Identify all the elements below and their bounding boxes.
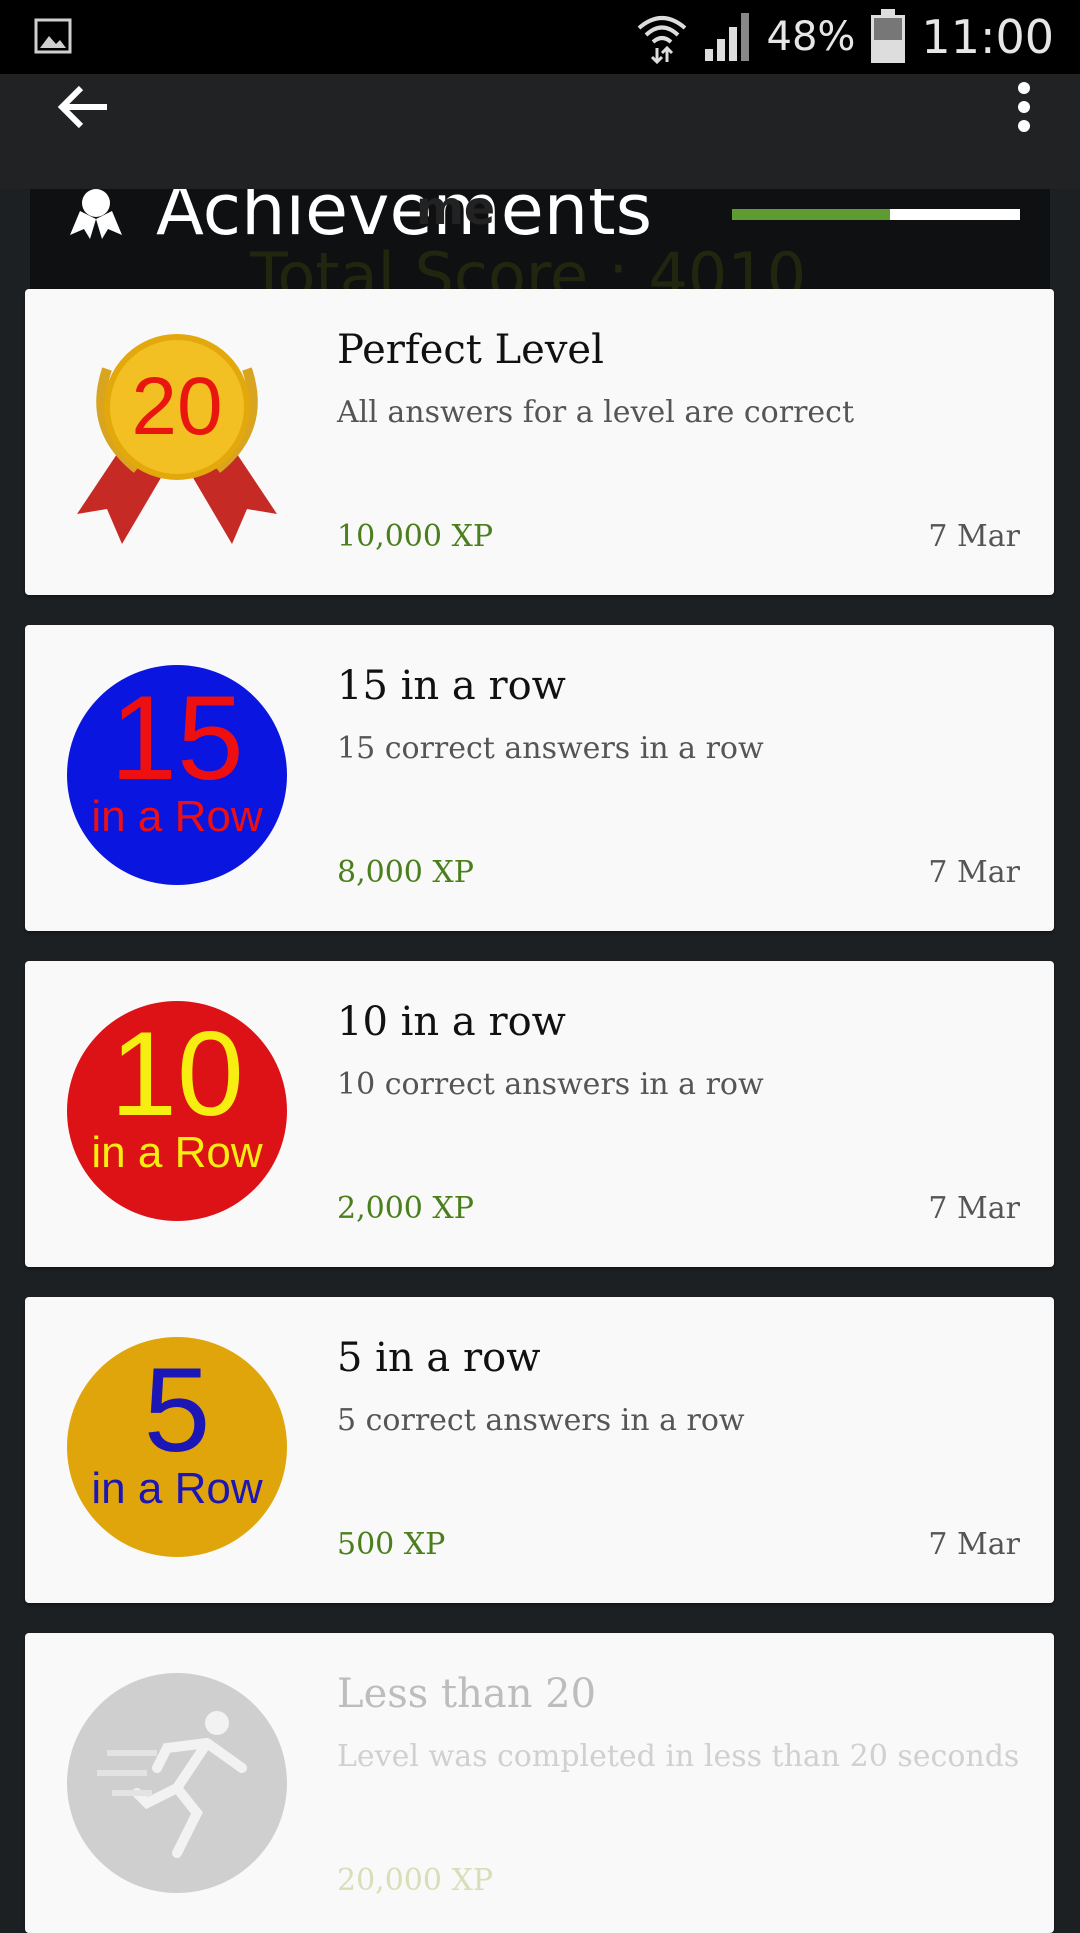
badge-number: 15 xyxy=(110,671,244,805)
achievement-description: 5 correct answers in a row xyxy=(337,1403,745,1438)
achievement-date: 7 Mar xyxy=(928,519,1020,554)
overflow-menu-button[interactable] xyxy=(994,74,1054,140)
achievement-card[interactable]: 10 in a Row 10 in a row 10 correct answe… xyxy=(25,961,1054,1267)
achievement-title: 15 in a row xyxy=(337,663,566,709)
achievement-card[interactable]: 15 in a Row 15 in a row 15 correct answe… xyxy=(25,625,1054,931)
overflow-menu-icon xyxy=(1018,82,1030,132)
achievement-title: 5 in a row xyxy=(337,1335,541,1381)
achievement-xp: 2,000 XP xyxy=(337,1191,474,1226)
achievement-xp: 20,000 XP xyxy=(337,1863,494,1898)
badge-number: 5 xyxy=(143,1343,211,1477)
achievement-date: 7 Mar xyxy=(928,1527,1020,1562)
achievement-description: 15 correct answers in a row xyxy=(337,731,764,766)
badge-label: in a Row xyxy=(91,1128,263,1177)
achievement-date: 7 Mar xyxy=(928,855,1020,890)
achievement-date: 7 Mar xyxy=(928,1191,1020,1226)
arrow-back-icon xyxy=(57,85,107,129)
achievement-xp: 500 XP xyxy=(337,1527,446,1562)
background-progress-bar xyxy=(732,209,1020,220)
background-subtitle: me xyxy=(416,189,496,235)
signal-icon xyxy=(704,13,749,61)
achievement-card[interactable]: 5 in a Row 5 in a row 5 correct answers … xyxy=(25,1297,1054,1603)
clock: 11:00 xyxy=(921,10,1054,64)
battery-percent: 48% xyxy=(766,14,856,60)
background-total-score: Total Score : 4010 xyxy=(250,239,807,289)
wifi-icon xyxy=(637,16,686,64)
trophy-icon xyxy=(70,189,122,239)
running-man-badge-icon xyxy=(67,1673,287,1893)
status-bar: 48% 11:00 xyxy=(0,0,1080,74)
in-a-row-badge-icon: 15 in a Row xyxy=(67,665,287,885)
app-toolbar xyxy=(0,74,1080,189)
gallery-notification-icon xyxy=(34,18,72,54)
achievement-title: Perfect Level xyxy=(337,327,604,373)
in-a-row-badge-icon: 5 in a Row xyxy=(67,1337,287,1557)
background-screen: Achievements me Total Score : 4010 xyxy=(30,189,1050,289)
background-progress-fill xyxy=(732,209,891,220)
achievement-description: 10 correct answers in a row xyxy=(337,1067,764,1102)
battery-icon xyxy=(871,9,906,63)
achievement-description: Level was completed in less than 20 seco… xyxy=(337,1739,1020,1774)
achievement-xp: 10,000 XP xyxy=(337,519,494,554)
badge-number: 10 xyxy=(110,1007,244,1141)
in-a-row-badge-icon: 10 in a Row xyxy=(67,1001,287,1221)
badge-label: in a Row xyxy=(91,792,263,841)
back-button[interactable] xyxy=(46,74,120,140)
achievement-card[interactable]: 20 Perfect Level All answers for a level… xyxy=(25,289,1054,595)
achievement-xp: 8,000 XP xyxy=(337,855,474,890)
badge-number: 20 xyxy=(131,361,223,452)
achievement-card-locked[interactable]: Less than 20 Level was completed in less… xyxy=(25,1633,1054,1933)
badge-label: in a Row xyxy=(91,1464,263,1513)
achievement-title: 10 in a row xyxy=(337,999,566,1045)
achievement-description: All answers for a level are correct xyxy=(337,395,855,430)
achievement-title: Less than 20 xyxy=(337,1671,597,1717)
